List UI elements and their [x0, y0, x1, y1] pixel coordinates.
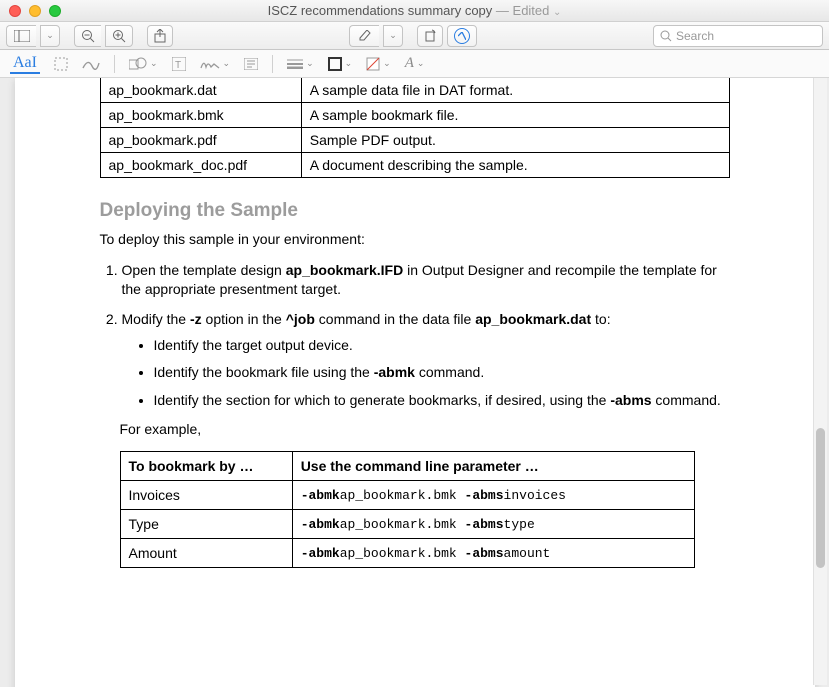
table-row: ap_bookmark.dat A sample data file in DA… — [100, 78, 729, 103]
cmd-head-left: To bookmark by … — [120, 452, 292, 481]
table-row: Amount -abmkap_bookmark.bmk -abmsamount — [120, 539, 694, 568]
view-mode-button[interactable] — [6, 25, 36, 47]
signature-icon — [200, 58, 220, 70]
sketch-icon — [82, 58, 100, 70]
fill-color-button[interactable]: ⌄ — [366, 57, 391, 71]
example-label: For example, — [120, 420, 730, 439]
shapes-button[interactable]: ⌄ — [129, 57, 158, 71]
cmd-key: Amount — [120, 539, 292, 568]
highlight-dropdown[interactable]: ⌄ — [383, 25, 403, 47]
share-button[interactable] — [147, 25, 173, 47]
cmd-value: -abmkap_bookmark.bmk -abmsamount — [292, 539, 694, 568]
zoom-in-icon — [112, 29, 126, 43]
sign-button[interactable]: ⌄ — [200, 58, 231, 70]
markup-button[interactable] — [447, 25, 477, 47]
note-icon — [244, 58, 258, 70]
close-window-button[interactable] — [9, 5, 21, 17]
search-icon — [660, 30, 672, 42]
highlighter-icon — [358, 30, 372, 42]
scroll-thumb[interactable] — [816, 428, 825, 568]
cmd-value: -abmkap_bookmark.bmk -abmsinvoices — [292, 481, 694, 510]
font-a-icon: A — [405, 55, 414, 72]
table-row: ap_bookmark.pdf Sample PDF output. — [100, 128, 729, 153]
rotate-button[interactable] — [417, 25, 443, 47]
font-button[interactable]: A ⌄ — [405, 55, 425, 72]
cmd-key: Invoices — [120, 481, 292, 510]
note-button[interactable] — [244, 58, 258, 70]
page: ap_bookmark.dat A sample data file in DA… — [15, 78, 815, 687]
highlight-button[interactable] — [349, 25, 379, 47]
text-box-button[interactable]: T — [172, 57, 186, 71]
view-mode-dropdown[interactable]: ⌄ — [40, 25, 60, 47]
list-item: Identify the target output device. — [154, 336, 730, 356]
file-name-cell: ap_bookmark.dat — [100, 78, 301, 103]
steps-list: Open the template design ap_bookmark.IFD… — [100, 261, 730, 411]
minimize-window-button[interactable] — [29, 5, 41, 17]
edited-status: — Edited — [496, 3, 549, 18]
intro-paragraph: To deploy this sample in your environmen… — [100, 230, 730, 249]
svg-text:T: T — [175, 60, 181, 71]
format-toolbar: AaI ⌄ T ⌄ ⌄ ⌄ ⌄ A ⌄ — [0, 50, 829, 78]
sub-bullets: Identify the target output device. Ident… — [138, 336, 730, 411]
border-icon — [328, 57, 342, 71]
selection-tool-button[interactable] — [54, 57, 68, 71]
table-row: ap_bookmark.bmk A sample bookmark file. — [100, 103, 729, 128]
sketch-tool-button[interactable] — [82, 58, 100, 70]
file-desc-cell: A sample data file in DAT format. — [301, 78, 729, 103]
table-header-row: To bookmark by … Use the command line pa… — [120, 452, 694, 481]
file-desc-cell: A sample bookmark file. — [301, 103, 729, 128]
title-dropdown-icon[interactable]: ⌄ — [553, 7, 561, 18]
search-field[interactable]: Search — [653, 25, 823, 47]
zoom-out-button[interactable] — [74, 25, 101, 47]
table-row: ap_bookmark_doc.pdf A document describin… — [100, 153, 729, 178]
border-color-button[interactable]: ⌄ — [328, 57, 353, 71]
file-name-cell: ap_bookmark.pdf — [100, 128, 301, 153]
textbox-icon: T — [172, 57, 186, 71]
markup-icon — [454, 28, 470, 44]
zoom-out-icon — [81, 29, 95, 43]
vertical-scrollbar[interactable] — [813, 78, 827, 685]
step-item: Modify the -z option in the ^job command… — [122, 310, 730, 410]
table-row: Invoices -abmkap_bookmark.bmk -abmsinvoi… — [120, 481, 694, 510]
cmd-key: Type — [120, 510, 292, 539]
shapes-icon — [129, 57, 147, 71]
section-heading: Deploying the Sample — [100, 200, 730, 222]
maximize-window-button[interactable] — [49, 5, 61, 17]
fill-icon — [366, 57, 380, 71]
table-row: Type -abmkap_bookmark.bmk -abmstype — [120, 510, 694, 539]
list-item: Identify the bookmark file using the -ab… — [154, 363, 730, 383]
selection-icon — [54, 57, 68, 71]
document-viewport[interactable]: ap_bookmark.dat A sample data file in DA… — [0, 78, 829, 687]
share-icon — [154, 29, 166, 43]
cmd-head-right: Use the command line parameter … — [292, 452, 694, 481]
window-title: ISCZ recommendations summary copy — Edit… — [0, 3, 829, 18]
command-table: To bookmark by … Use the command line pa… — [120, 451, 695, 568]
zoom-in-button[interactable] — [105, 25, 133, 47]
sidebar-icon — [14, 30, 30, 42]
line-style-button[interactable]: ⌄ — [287, 58, 314, 69]
rotate-icon — [424, 29, 436, 42]
step-item: Open the template design ap_bookmark.IFD… — [122, 261, 730, 300]
main-toolbar: ⌄ ⌄ Search — [0, 22, 829, 50]
cmd-value: -abmkap_bookmark.bmk -abmstype — [292, 510, 694, 539]
lines-icon — [287, 59, 303, 69]
file-desc-cell: Sample PDF output. — [301, 128, 729, 153]
files-table: ap_bookmark.dat A sample data file in DA… — [100, 78, 730, 178]
file-name-cell: ap_bookmark.bmk — [100, 103, 301, 128]
text-style-button[interactable]: AaI — [10, 54, 40, 74]
document-title: ISCZ recommendations summary copy — [268, 3, 493, 18]
file-desc-cell: A document describing the sample. — [301, 153, 729, 178]
window-titlebar: ISCZ recommendations summary copy — Edit… — [0, 0, 829, 22]
search-placeholder: Search — [676, 29, 714, 43]
traffic-lights — [9, 5, 61, 17]
file-name-cell: ap_bookmark_doc.pdf — [100, 153, 301, 178]
list-item: Identify the section for which to genera… — [154, 391, 730, 411]
